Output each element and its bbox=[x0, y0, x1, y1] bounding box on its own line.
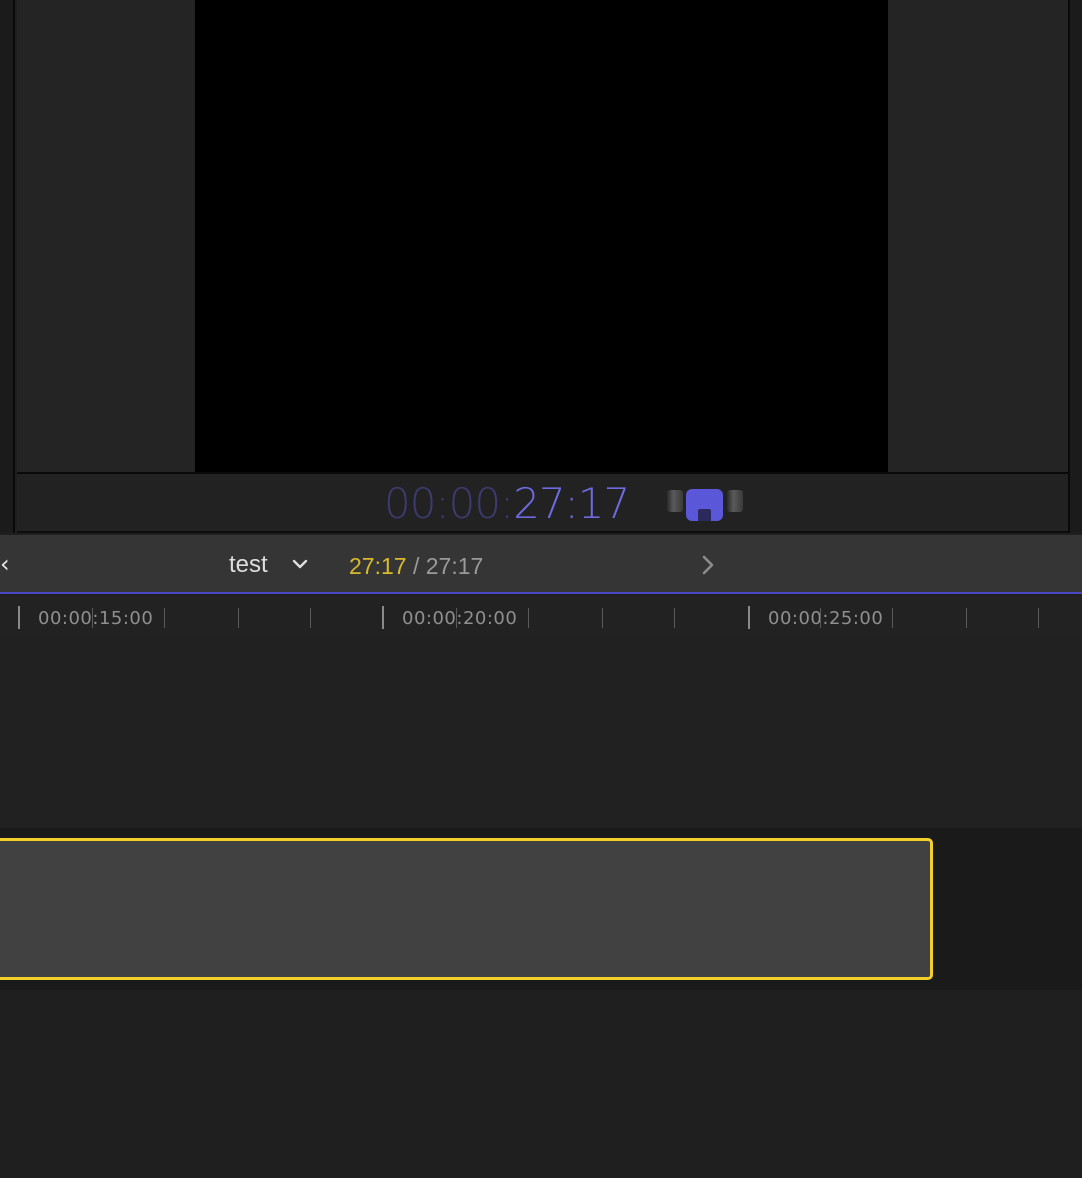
ruler-label: 00:00:15:00 bbox=[38, 608, 154, 629]
timecode-display[interactable]: 00:00:27:17 bbox=[384, 479, 630, 528]
video-frame bbox=[195, 0, 888, 472]
timecode-seconds-frames: 27:17 bbox=[513, 479, 630, 528]
total-time: 27:17 bbox=[425, 553, 484, 579]
primary-storyline[interactable] bbox=[0, 828, 1082, 990]
viewer-area bbox=[17, 0, 1068, 472]
timeline-time-display: 27:17 / 27:17 bbox=[349, 551, 483, 581]
skimmer-right-segment bbox=[727, 490, 743, 512]
skimming-toggle-icon[interactable] bbox=[667, 488, 745, 522]
ruler-minor-tick bbox=[92, 608, 93, 628]
ruler-minor-tick bbox=[892, 608, 893, 628]
selected-clip[interactable] bbox=[0, 838, 933, 980]
timeline-lower-area[interactable] bbox=[0, 990, 1082, 1178]
ruler-major-tick bbox=[18, 606, 20, 629]
viewer-footer: 00:00:27:17 bbox=[17, 474, 1068, 533]
skimmer-left-segment bbox=[667, 490, 683, 512]
viewer-right-edge bbox=[1068, 0, 1082, 533]
ruler-minor-tick bbox=[164, 608, 165, 628]
ruler-minor-tick bbox=[310, 608, 311, 628]
ruler-minor-tick bbox=[820, 608, 821, 628]
ruler-minor-tick bbox=[602, 608, 603, 628]
timeline-toolbar: ‹ test 27:17 / 27:17 bbox=[0, 535, 1082, 594]
ruler-label: 00:00:20:00 bbox=[402, 608, 518, 629]
ruler-minor-tick bbox=[238, 608, 239, 628]
ruler-minor-tick bbox=[1038, 608, 1039, 628]
ruler-label: 00:00:25:00 bbox=[768, 608, 884, 629]
ruler-minor-tick bbox=[456, 608, 457, 628]
skimmer-center-segment bbox=[686, 489, 723, 521]
time-separator: / bbox=[412, 553, 420, 579]
chevron-left-icon[interactable]: ‹ bbox=[0, 551, 18, 577]
ruler-major-tick bbox=[748, 606, 750, 629]
timeline-empty-track[interactable] bbox=[0, 638, 1082, 828]
viewer-left-edge bbox=[0, 0, 15, 533]
ruler-minor-tick bbox=[966, 608, 967, 628]
timeline-ruler[interactable]: 00:00:15:00 00:00:20:00 00:00:25:00 bbox=[0, 596, 1082, 638]
project-name[interactable]: test bbox=[229, 550, 268, 580]
ruler-minor-tick bbox=[674, 608, 675, 628]
ruler-major-tick bbox=[382, 606, 384, 629]
ruler-minor-tick bbox=[528, 608, 529, 628]
chevron-down-icon[interactable] bbox=[291, 555, 309, 573]
chevron-right-icon[interactable] bbox=[699, 553, 717, 577]
timecode-hours-minutes: 00:00: bbox=[384, 479, 514, 528]
current-time: 27:17 bbox=[349, 553, 407, 579]
